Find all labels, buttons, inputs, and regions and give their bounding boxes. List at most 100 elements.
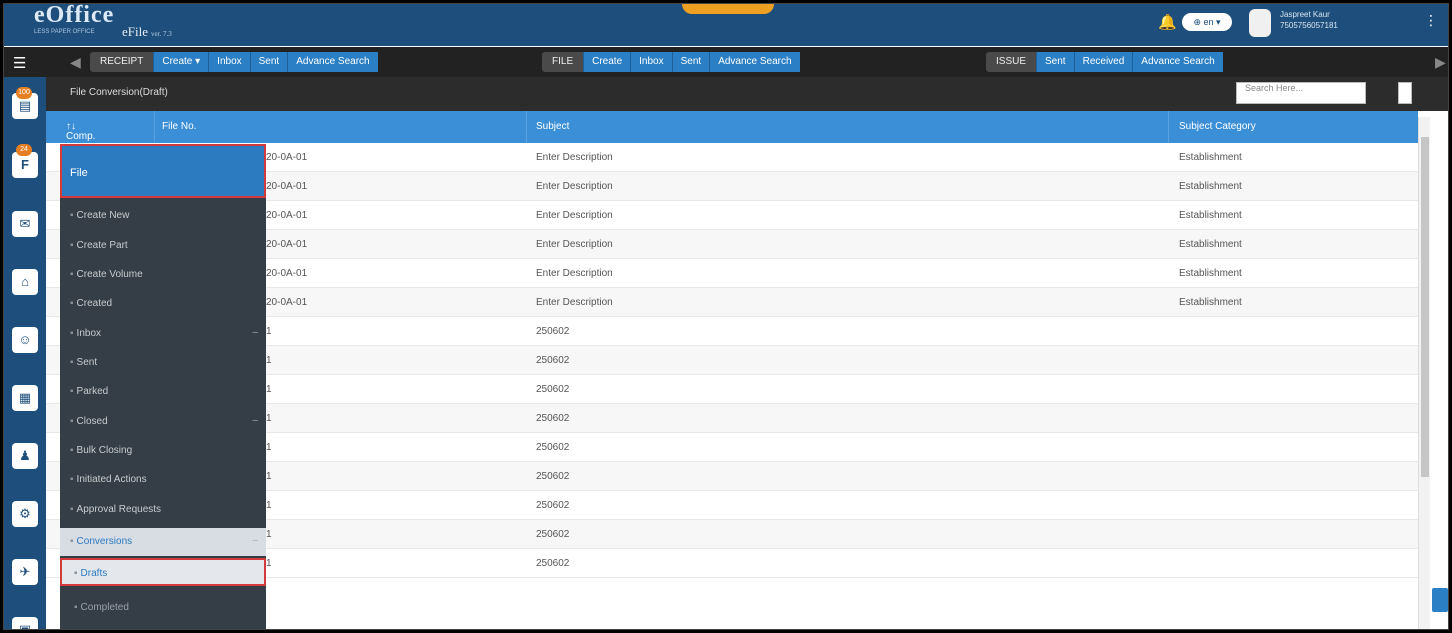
cell-subject: Enter Description (536, 152, 613, 163)
issue-label[interactable]: ISSUE (986, 52, 1037, 72)
receipt-create-button[interactable]: Create ▾ (153, 52, 209, 72)
file-group: FILE Create Inbox Sent Advance Search (542, 52, 800, 72)
cell-file-no: 1 (266, 355, 272, 366)
menu-item-drafts[interactable]: ▪ Drafts (60, 558, 266, 586)
cell-subject: 250602 (536, 558, 570, 569)
menu-item-parked[interactable]: ▪ Parked (60, 378, 266, 406)
cell-subject: 250602 (536, 442, 570, 453)
cell-category: Establishment (1179, 181, 1242, 192)
cell-file-no: 1 (266, 529, 272, 540)
tour-icon[interactable]: ✈ (12, 559, 38, 585)
cell-file-no: 1 (266, 471, 272, 482)
column-subject-category[interactable]: Subject Category (1179, 121, 1256, 132)
cell-subject: 250602 (536, 326, 570, 337)
page-title-bar: File Conversion(Draft) Search Here... (46, 77, 1448, 111)
search-options-button[interactable] (1398, 82, 1412, 104)
cell-category: Establishment (1179, 239, 1242, 250)
menu-item-label: Conversions (76, 536, 133, 547)
menu-item-created[interactable]: ▪ Created (60, 290, 266, 318)
bullet-icon: ▪ (70, 536, 74, 547)
menu-item-conversions[interactable]: ▪ Conversions – (60, 528, 266, 556)
settings-icon[interactable]: ⚙ (12, 501, 38, 527)
issue-sent-button[interactable]: Sent (1036, 52, 1074, 72)
collapse-icon[interactable]: – (252, 535, 258, 546)
cell-file-no: 1 (266, 413, 272, 424)
bullet-icon: ▪ (70, 269, 74, 280)
receipt-inbox-button[interactable]: Inbox (208, 52, 250, 72)
home-icon[interactable]: ⌂ (12, 269, 38, 295)
menu-item-sent[interactable]: ▪ Sent (60, 349, 266, 377)
collapse-icon[interactable]: – (252, 327, 258, 338)
scroll-left-icon[interactable]: ◀ (70, 54, 81, 71)
leave-icon[interactable]: ♟ (12, 443, 38, 469)
menu-item-create-new[interactable]: ▪ Create New (60, 202, 266, 230)
file-create-button[interactable]: Create (583, 52, 631, 72)
document-icon[interactable]: ▦ (12, 385, 38, 411)
menu-item-label: Bulk Closing (76, 445, 133, 456)
cell-file-no: 1 (266, 384, 272, 395)
receipt-label[interactable]: RECEIPT (90, 52, 154, 72)
logo-tagline: LESS PAPER OFFICE (34, 29, 95, 35)
cell-file-no: 20-0A-01 (266, 268, 308, 279)
receipt-advance-search-button[interactable]: Advance Search (287, 52, 378, 72)
collapse-icon[interactable]: – (252, 415, 258, 426)
menu-item-completed[interactable]: ▪ Completed (60, 594, 266, 622)
expand-panel-button[interactable] (1432, 588, 1448, 612)
menu-item-approval-requests[interactable]: ▪ Approval Requests (60, 496, 266, 524)
menu-item-label: Drafts (80, 568, 108, 579)
eoffice-logo[interactable]: eOffice LESS PAPER OFFICE eFile ver. 7.3 (34, 3, 172, 39)
issue-advance-search-button[interactable]: Advance Search (1132, 52, 1223, 72)
avatar[interactable] (1249, 9, 1271, 37)
vertical-scrollbar[interactable] (1418, 117, 1430, 629)
file-inbox-button[interactable]: Inbox (630, 52, 672, 72)
column-comp-no[interactable]: Comp. No. ↑↓ (66, 121, 95, 153)
search-input[interactable]: Search Here... (1236, 82, 1366, 104)
scrollbar-thumb[interactable] (1421, 137, 1429, 477)
cell-subject: Enter Description (536, 297, 613, 308)
bullet-icon: ▪ (70, 210, 74, 221)
receipt-sent-button[interactable]: Sent (249, 52, 288, 72)
left-icon-rail: ▤ 100 F 24 ✉ ⌂ ☺ ▦ ♟ ⚙ ✈ ▣ (4, 77, 46, 629)
column-subject[interactable]: Subject (536, 121, 569, 132)
user-mail-icon[interactable]: ☺ (12, 327, 38, 353)
bullet-icon: ▪ (70, 240, 74, 251)
menu-item-label: Inbox (76, 328, 102, 339)
user-info[interactable]: Jaspreet Kaur 7505756057181 (1280, 9, 1338, 31)
scroll-right-icon[interactable]: ▶ (1435, 54, 1446, 71)
cell-file-no: 20-0A-01 (266, 239, 308, 250)
bullet-icon: ▪ (70, 474, 74, 485)
menu-item-initiated-actions[interactable]: ▪ Initiated Actions (60, 466, 266, 494)
issue-received-button[interactable]: Received (1073, 52, 1133, 72)
cell-file-no: 1 (266, 558, 272, 569)
file-advance-search-button[interactable]: Advance Search (709, 52, 800, 72)
bullet-icon: ▪ (70, 416, 74, 427)
menu-header-file[interactable]: File (60, 144, 266, 198)
file-sent-button[interactable]: Sent (671, 52, 710, 72)
menu-item-bulk-closing[interactable]: ▪ Bulk Closing (60, 437, 266, 465)
file-label[interactable]: FILE (542, 52, 584, 72)
menu-item-inbox[interactable]: ▪ Inbox – (60, 320, 266, 348)
language-selector[interactable]: ⊕ en ▾ (1182, 13, 1232, 31)
bell-icon[interactable]: 🔔 (1158, 13, 1177, 31)
more-options-icon[interactable]: ⋮ (1424, 12, 1438, 29)
mail-icon[interactable]: ✉ (12, 211, 38, 237)
menu-item-label: Completed (80, 602, 129, 613)
column-divider (1168, 111, 1169, 143)
menu-item-create-part[interactable]: ▪ Create Part (60, 232, 266, 260)
center-tab-handle[interactable] (682, 4, 774, 14)
hamburger-menu-icon[interactable]: ☰ (13, 54, 26, 72)
menu-item-label: Create Part (76, 240, 128, 251)
column-file-no[interactable]: File No. (162, 121, 196, 132)
menu-item-closed[interactable]: ▪ Closed – (60, 408, 266, 436)
efile-count-badge: 100 (16, 87, 32, 99)
app-window: eOffice LESS PAPER OFFICE eFile ver. 7.3 … (3, 3, 1449, 630)
menu-item-create-volume[interactable]: ▪ Create Volume (60, 261, 266, 289)
menu-item-label: Create Volume (76, 269, 143, 280)
product-name: eFile ver. 7.3 (122, 24, 172, 39)
cell-subject: Enter Description (536, 181, 613, 192)
cell-category: Establishment (1179, 297, 1242, 308)
report-icon[interactable]: ▣ (12, 617, 38, 629)
bullet-icon: ▪ (70, 298, 74, 309)
cell-file-no: 1 (266, 500, 272, 511)
logo-text: eOffice (34, 3, 115, 28)
